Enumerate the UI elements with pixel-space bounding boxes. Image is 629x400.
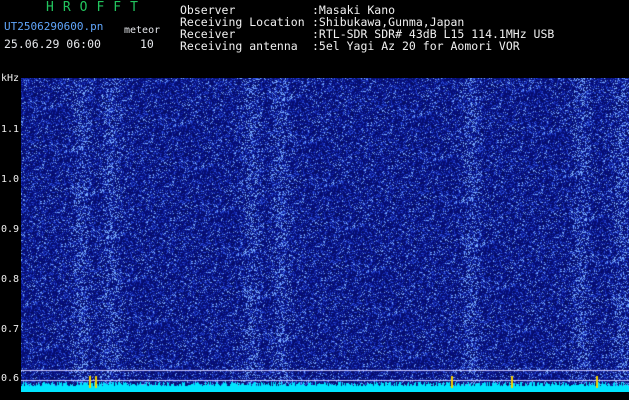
freq-tick-label: 1.1: [1, 124, 20, 135]
freq-tick-label: 0.6: [1, 373, 20, 384]
meteor-count: 10: [140, 37, 154, 51]
meteor-label: meteor: [124, 25, 161, 36]
antenna-label: Receiving antenna: [180, 39, 298, 53]
freq-tick-label: 0.8: [1, 274, 20, 285]
date-time: 25.06.29 06:00: [4, 37, 101, 51]
antenna-value: :5el Yagi Az 20 for Aomori VOR: [312, 39, 520, 53]
khz-unit-label: kHz: [1, 73, 20, 84]
waterfall-canvas: [21, 78, 629, 392]
freq-tick-label: 0.7: [1, 324, 20, 335]
waterfall-spectrogram: [21, 78, 629, 392]
app-title: HROFFT: [46, 0, 147, 15]
freq-tick-label: 0.9: [1, 224, 20, 235]
hrofft-window: HROFFT UT2506290600.pn meteor 25.06.29 0…: [0, 0, 629, 400]
file-name: UT2506290600.pn: [4, 20, 104, 33]
freq-tick-label: 1.0: [1, 174, 20, 185]
